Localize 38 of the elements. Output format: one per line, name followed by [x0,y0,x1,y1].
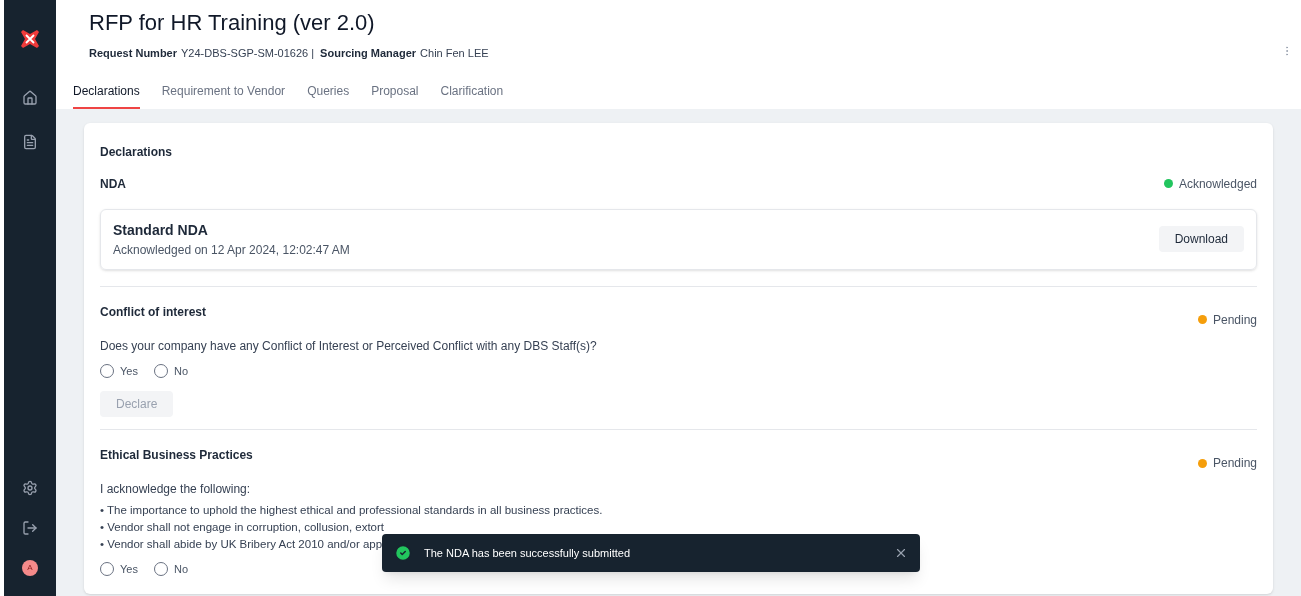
bullet-point: • Vendor shall abide by UK Bribery Act 2010 and/or app [100,537,383,552]
request-label: Request Number [89,46,178,61]
page-title: RFP for HR Training (ver 2.0) [89,9,376,37]
section-title: Ethical Business Practices [100,447,253,464]
close-button[interactable] [894,546,908,560]
logout-icon[interactable] [22,520,38,536]
toast-message: The NDA has been successfully submitted [424,545,632,561]
document-name: Standard NDA [113,220,209,240]
logo-icon [19,28,41,50]
avatar[interactable]: A [22,560,38,576]
tab[interactable]: Queries [307,81,350,109]
bullet-point: • The importance to uphold the highest ethical and professional standards in all business practices. [100,503,603,518]
radio-label: No [173,363,188,379]
tab[interactable]: Clarification [440,81,504,109]
status-text: Pending [1212,455,1257,472]
section-title: Conflict of interest [100,303,206,321]
bullet-point: • Vendor shall not engage in corruption, collusion, extort [100,520,385,535]
radio-label: No [173,562,188,577]
question-text: Does your company have any Conflict of Interest or Perceived Conflict with any DBS Staff(s)? [100,337,598,355]
manager-label: Sourcing Manager [320,46,417,61]
manager-name: Chin Fen LEE [420,46,489,61]
home-icon[interactable] [22,90,38,106]
tab[interactable]: Proposal [371,81,419,109]
download-button[interactable]: Download [1158,226,1244,252]
settings-icon[interactable] [22,480,38,496]
intro-text: I acknowledge the following: [100,481,252,498]
radio-label: Yes [120,562,138,577]
request-number: Y24-DBS-SGP-SM-01626 | [181,46,315,61]
tab[interactable]: Requirement to Vendor [161,81,286,109]
section-title: NDA [100,175,126,193]
card-title: Declarations [100,144,173,159]
tab[interactable]: Declarations [73,81,140,109]
radio-label: Yes [120,363,138,379]
document-icon[interactable] [22,134,38,150]
status-text: Pending [1212,311,1257,329]
status-text: Acknowledged [1178,175,1257,193]
success-icon [394,544,412,562]
document-note: Acknowledged on 12 Apr 2024, 12:02:47 AM [113,241,350,259]
